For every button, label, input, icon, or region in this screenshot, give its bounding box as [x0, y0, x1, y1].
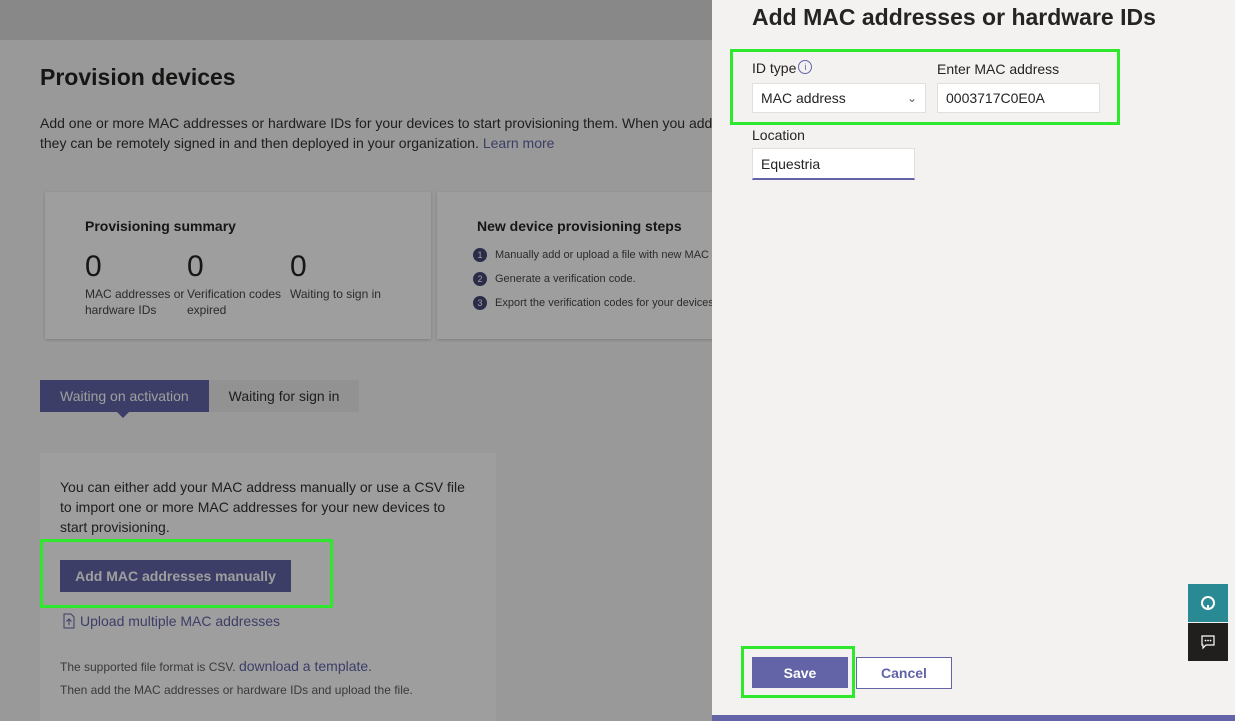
cancel-button[interactable]: Cancel [856, 657, 952, 689]
modal-overlay[interactable] [0, 0, 712, 721]
help-icon [1201, 596, 1215, 610]
location-label: Location [752, 127, 805, 143]
feedback-button[interactable] [1188, 623, 1228, 661]
location-input[interactable] [752, 148, 915, 180]
id-type-label: ID type i [752, 60, 813, 76]
save-button[interactable]: Save [752, 657, 848, 688]
feedback-icon [1201, 635, 1215, 650]
id-type-select[interactable]: MAC address ⌄ [752, 83, 926, 113]
help-button[interactable] [1188, 584, 1228, 622]
add-mac-drawer: Add MAC addresses or hardware IDs ID typ… [712, 0, 1235, 721]
mac-address-input[interactable] [937, 83, 1100, 113]
mac-address-label: Enter MAC address [937, 61, 1060, 77]
chevron-down-icon: ⌄ [906, 91, 917, 105]
drawer-bottom-bar [712, 715, 1235, 721]
drawer-title: Add MAC addresses or hardware IDs [752, 4, 1156, 30]
info-icon[interactable]: i [798, 60, 813, 74]
